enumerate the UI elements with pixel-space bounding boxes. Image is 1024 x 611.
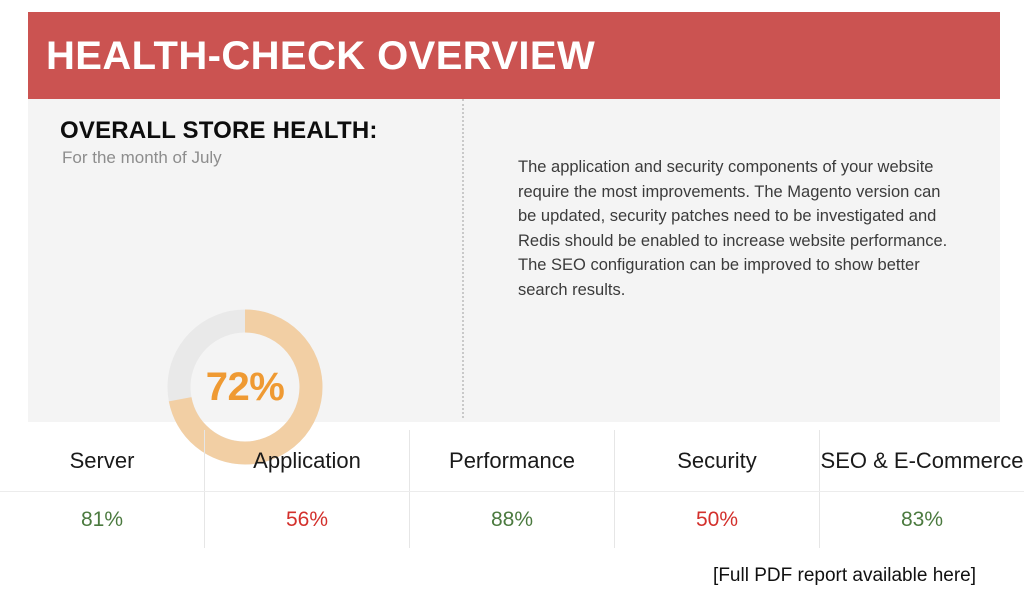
metric-header-performance: Performance [410, 430, 615, 491]
metrics-table: Server Application Performance Security … [0, 430, 1024, 548]
report-header-bar: HEALTH-CHECK OVERVIEW [28, 12, 1000, 99]
metric-value-performance: 88% [410, 492, 615, 548]
summary-paragraph: The application and security components … [518, 158, 948, 299]
overview-panel: OVERALL STORE HEALTH: For the month of J… [28, 99, 1000, 465]
metric-value-server: 81% [0, 492, 205, 548]
section-title: OVERALL STORE HEALTH: [60, 117, 378, 144]
metric-value-security: 50% [615, 492, 820, 548]
store-health-column: OVERALL STORE HEALTH: For the month of J… [28, 99, 462, 465]
section-subtitle: For the month of July [62, 148, 222, 167]
summary-column: The application and security components … [462, 99, 1000, 422]
metric-header-seo-ecommerce: SEO & E-Commerce [820, 448, 1024, 473]
full-pdf-report-link[interactable]: [Full PDF report available here] [713, 565, 976, 587]
metrics-header-row: Server Application Performance Security … [0, 430, 1024, 491]
metrics-value-row: 81% 56% 88% 50% 83% [0, 491, 1024, 548]
page-title: HEALTH-CHECK OVERVIEW [46, 33, 596, 78]
metric-header-server: Server [0, 430, 205, 491]
metric-header-security: Security [615, 430, 820, 491]
health-check-report-card: HEALTH-CHECK OVERVIEW OVERALL STORE HEAL… [28, 12, 1000, 465]
metric-value-seo-ecommerce: 83% [900, 508, 944, 531]
metric-value-application: 56% [205, 492, 410, 548]
metric-header-application: Application [205, 430, 410, 491]
